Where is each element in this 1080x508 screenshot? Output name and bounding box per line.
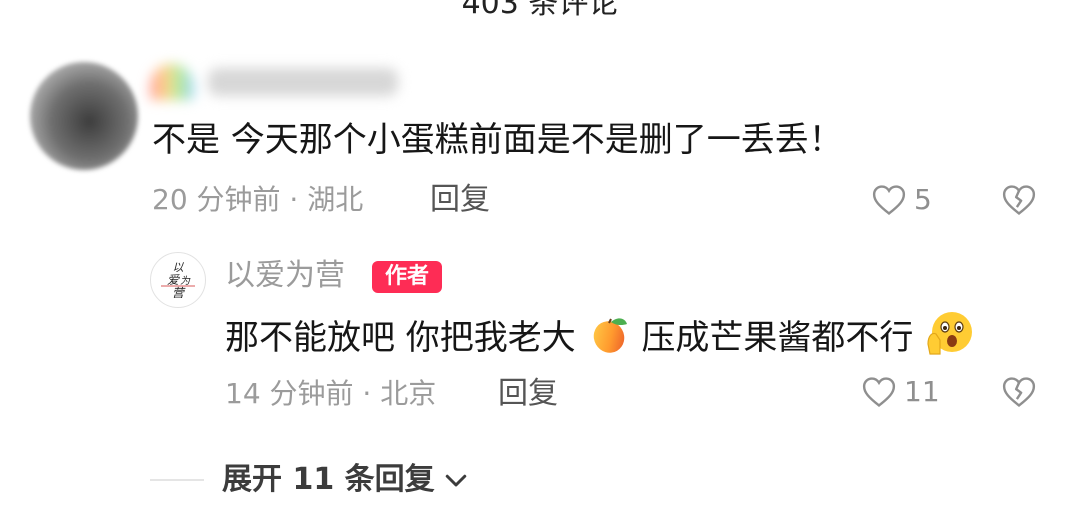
comments-count-title: 403 条评论	[461, 0, 619, 21]
comment-text: 不是 今天那个小蛋糕前面是不是删了一丢丢！	[152, 120, 843, 160]
reply-button[interactable]: 回复	[430, 182, 490, 218]
heart-icon	[862, 377, 896, 407]
commenter-username-blurred[interactable]	[150, 58, 400, 106]
svg-text:爱: 爱	[167, 273, 180, 287]
reply-text-part1: 那不能放吧 你把我老大	[225, 318, 576, 358]
expand-divider	[150, 479, 204, 481]
reply-to-reply-button[interactable]: 回复	[498, 376, 558, 412]
mango-icon	[587, 312, 631, 367]
chevron-down-icon	[445, 474, 466, 487]
astonished-face-icon	[924, 310, 976, 369]
author-avatar[interactable]: 以 爱 为 营	[150, 252, 206, 308]
like-count: 5	[914, 183, 932, 216]
author-badge: 作者	[372, 261, 442, 293]
heart-icon	[872, 185, 906, 215]
comment-meta: 20 分钟前 · 湖北	[152, 183, 364, 216]
reply-text: 那不能放吧 你把我老大 压成芒果酱都不行	[225, 310, 976, 369]
reply-text-part2: 压成芒果酱都不行	[641, 318, 914, 358]
author-name[interactable]: 以爱为营	[225, 256, 345, 296]
commenter-avatar[interactable]	[30, 62, 138, 170]
svg-text:营: 营	[172, 286, 186, 300]
reply-like-button[interactable]: 11	[862, 374, 940, 410]
reply-dislike-button[interactable]	[1002, 376, 1036, 412]
broken-heart-icon	[1002, 185, 1036, 215]
reply-meta: 14 分钟前 · 北京	[225, 377, 437, 410]
dislike-button[interactable]	[1002, 184, 1036, 220]
like-button[interactable]: 5	[872, 182, 932, 218]
expand-replies-button[interactable]: 展开 11 条回复	[150, 458, 471, 502]
reply-like-count: 11	[904, 375, 940, 408]
expand-replies-label: 展开 11 条回复	[222, 462, 435, 497]
broken-heart-icon	[1002, 377, 1036, 407]
